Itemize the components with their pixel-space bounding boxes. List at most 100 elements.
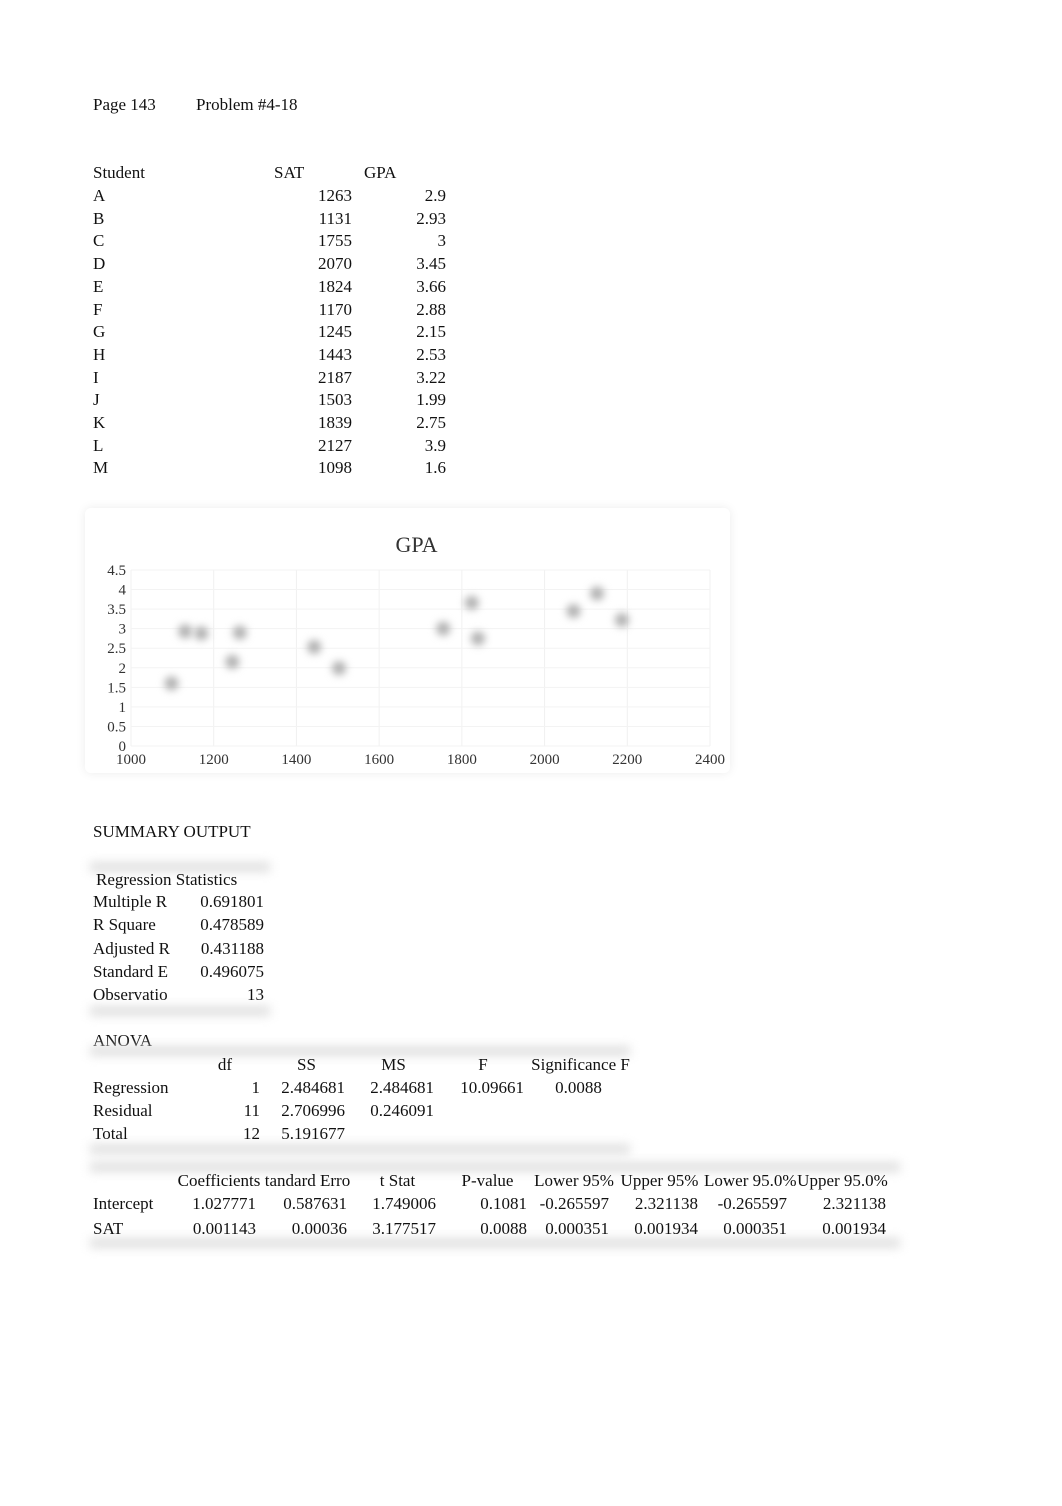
student-name: I: [93, 367, 99, 387]
anova-col-header: df: [217, 1055, 233, 1074]
x-tick-label: 2200: [612, 752, 642, 768]
coef-cell: -0.265597: [717, 1194, 787, 1213]
y-tick-label: 1.5: [107, 680, 126, 696]
anova-col-header: MS: [381, 1055, 406, 1074]
coef-col-header: Lower 95%: [534, 1171, 614, 1190]
gpa-value: 2.15: [416, 322, 446, 342]
gpa-value: 2.88: [416, 299, 446, 319]
y-tick-label: 0: [119, 739, 127, 755]
student-name: M: [93, 458, 109, 478]
data-point: [566, 604, 581, 619]
data-point: [332, 661, 347, 676]
coef-cell: 0.001934: [822, 1219, 886, 1238]
anova-cell: 1: [251, 1078, 261, 1097]
coef-cell: 0.0088: [480, 1219, 527, 1238]
student-name: E: [93, 276, 104, 296]
coef-col-header: P-value: [461, 1171, 514, 1190]
x-tick-label: 2400: [695, 752, 725, 768]
anova-col-header: SS: [297, 1055, 316, 1074]
sat-value: 1839: [318, 413, 352, 432]
x-tick-label: 1400: [281, 752, 311, 768]
data-point: [164, 676, 179, 691]
sat-value: 1245: [318, 322, 352, 342]
sat-value: 1824: [318, 276, 352, 296]
x-tick-label: 2000: [530, 752, 560, 768]
student-name: G: [93, 322, 106, 342]
y-tick-label: 2.5: [107, 641, 126, 657]
coef-row-label: SAT: [93, 1219, 124, 1238]
data-point: [225, 654, 240, 669]
anova-cell: 12: [243, 1124, 260, 1143]
anova-cell: 0.246091: [370, 1101, 434, 1120]
sat-value: 1755: [318, 231, 352, 251]
data-point: [614, 613, 629, 628]
anova-row-label: Residual: [93, 1101, 153, 1120]
coef-cell: 0.00036: [291, 1219, 347, 1238]
regstats-header: Regression Statistics: [96, 870, 238, 889]
coef-row-label: Intercept: [93, 1194, 154, 1213]
regstat-label: Adjusted R: [93, 938, 170, 958]
student-name: F: [93, 299, 103, 319]
gpa-value: 2.53: [416, 344, 446, 364]
regstat-label: R Square: [93, 915, 156, 935]
anova-cell: 11: [243, 1101, 260, 1120]
anova-cell: 2.484681: [370, 1078, 434, 1097]
chart-title: GPA: [396, 532, 438, 557]
y-tick-label: 3: [119, 622, 127, 638]
data-point: [436, 621, 451, 636]
data-point: [232, 625, 247, 640]
coef-cell: 0.1081: [480, 1194, 527, 1213]
coef-col-header: t Stat: [379, 1171, 416, 1190]
summary-title: SUMMARY OUTPUT: [93, 822, 251, 841]
student-name: D: [93, 254, 106, 274]
x-tick-label: 1600: [364, 752, 394, 768]
sat-value: 1263: [318, 186, 352, 205]
student-name: C: [93, 231, 105, 251]
coef-cell: 0.000351: [545, 1219, 609, 1238]
coef-cell: 2.321138: [822, 1194, 886, 1213]
sat-value: 2187: [318, 367, 352, 387]
student-name: L: [93, 435, 104, 455]
anova-cell: 0.0088: [555, 1078, 602, 1097]
coef-cell: -0.265597: [539, 1194, 609, 1213]
data-point: [307, 640, 322, 655]
sat-value: 1503: [318, 390, 352, 410]
regstat-value: 0.496075: [200, 961, 264, 981]
data-point: [464, 595, 479, 610]
x-tick-label: 1200: [199, 752, 229, 768]
anova-cell: 2.706996: [281, 1101, 345, 1120]
regstat-value: 0.691801: [200, 892, 264, 911]
coef-cell: 0.000351: [723, 1219, 787, 1238]
coef-col-header: Upper 95%: [620, 1171, 699, 1190]
coef-cell: 1.027771: [192, 1194, 256, 1213]
y-tick-label: 0.5: [107, 719, 126, 735]
col-header-student: Student: [93, 163, 145, 182]
coef-cell: 2.321138: [634, 1194, 698, 1213]
student-name: J: [93, 390, 100, 410]
anova-cell: 10.09661: [460, 1078, 524, 1097]
sat-value: 2070: [318, 254, 352, 274]
y-tick-label: 4.5: [107, 563, 126, 579]
student-name: B: [93, 208, 105, 228]
coef-cell: 3.177517: [372, 1219, 436, 1238]
anova-col-header: F: [478, 1055, 488, 1074]
gpa-value: 1.6: [424, 458, 446, 478]
anova-row-label: Total: [93, 1124, 128, 1143]
x-tick-label: 1800: [447, 752, 477, 768]
y-tick-label: 2: [119, 661, 127, 677]
page-label: Page 143: [93, 95, 156, 114]
gpa-value: 1.99: [416, 390, 446, 410]
data-point: [194, 626, 209, 641]
sat-value: 1170: [318, 299, 352, 319]
sat-value: 1131: [318, 208, 352, 228]
regstat-value: 13: [247, 985, 264, 1005]
coef-col-header: tandard Erro: [264, 1171, 351, 1190]
regstat-label: Observatio: [93, 985, 168, 1005]
data-point: [470, 631, 485, 646]
coef-cell: 0.001143: [192, 1219, 256, 1238]
student-name: K: [93, 413, 106, 432]
gpa-value: 2.75: [416, 413, 446, 432]
data-point: [178, 624, 193, 639]
student-name: H: [93, 344, 106, 364]
gpa-value: 2.9: [424, 186, 446, 205]
